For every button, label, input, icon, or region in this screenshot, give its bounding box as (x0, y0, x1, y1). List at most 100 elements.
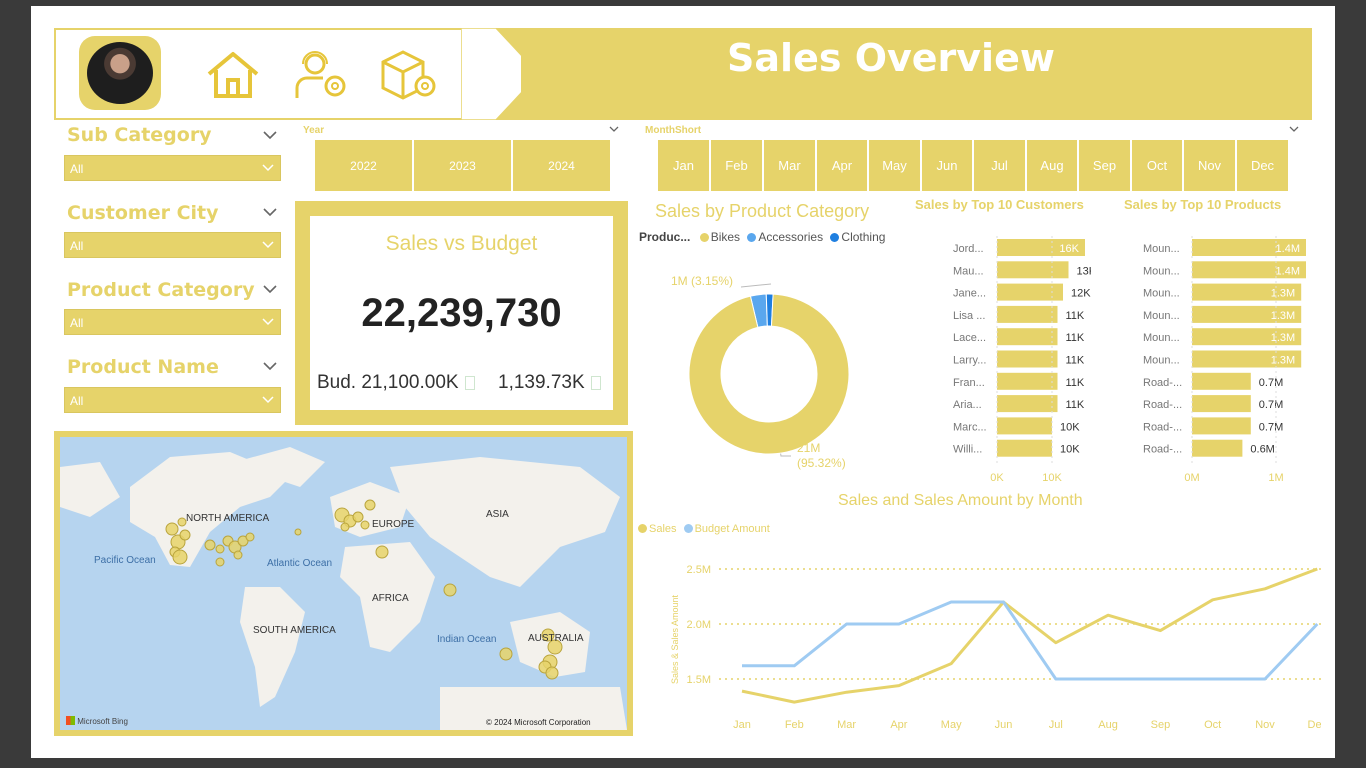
chevron-down-icon[interactable] (263, 284, 277, 294)
chevron-down-icon[interactable] (263, 361, 277, 371)
month-tile[interactable]: May (869, 140, 920, 191)
year-tile[interactable]: 2024 (513, 140, 610, 191)
bar[interactable] (997, 305, 1058, 323)
line-series-sales[interactable] (741, 567, 1318, 704)
bar-value-label: 11K (1066, 377, 1085, 389)
bar-value-label: 0.6M (1250, 444, 1274, 456)
legend-dot (747, 233, 757, 242)
legend-dot (830, 233, 840, 242)
map-label: EUROPE (372, 519, 415, 530)
bar-category-label: Moun... (1143, 243, 1180, 255)
bar-value-label: 1.3M (1271, 355, 1295, 367)
products-chart-title: Sales by Top 10 Products (1124, 197, 1282, 212)
chevron-down-icon[interactable] (263, 207, 277, 217)
month-tile[interactable]: Sep (1079, 140, 1130, 191)
slicer-title: Product Category (67, 279, 255, 301)
customers-bar-chart[interactable]: Jord... 16K Mau... 13K Jane... 12K Lisa ... 11K… (911, 228, 1091, 486)
month-tile[interactable]: Jan (658, 140, 709, 191)
customer-settings-icon[interactable] (293, 48, 353, 102)
bar-category-label: Road-... (1143, 377, 1182, 389)
month-tile[interactable]: Aug (1027, 140, 1077, 191)
month-tile[interactable]: Feb (711, 140, 762, 191)
month-tile[interactable]: Jun (922, 140, 972, 191)
bar[interactable] (1192, 372, 1251, 390)
bar[interactable] (997, 328, 1058, 346)
chevron-down-icon[interactable] (609, 126, 619, 133)
bar-category-label: Moun... (1143, 332, 1180, 344)
map-label: SOUTH AMERICA (253, 625, 336, 636)
x-axis-tick-label: Jul (1049, 719, 1063, 731)
month-tile[interactable]: Oct (1132, 140, 1182, 191)
customers-chart-title: Sales by Top 10 Customers (915, 197, 1084, 212)
bar-value-label: 1.4M (1276, 265, 1300, 277)
bar[interactable] (997, 261, 1069, 279)
month-tile[interactable]: Nov (1184, 140, 1235, 191)
bar[interactable] (1192, 417, 1251, 435)
slicer-value: All (70, 239, 84, 253)
legend-bikes[interactable]: Bikes (711, 230, 740, 244)
legend-clothing[interactable]: Clothing (841, 230, 885, 244)
map-label: AUSTRALIA (528, 633, 584, 644)
line-chart[interactable]: 2.5M 2.0M 1.5M Sales & Sales Amount Jan Feb Ma… (631, 544, 1321, 734)
kpi-diff: 1,139.73K (498, 372, 585, 393)
legend-budget[interactable]: Budget Amount (695, 523, 770, 535)
bar[interactable] (997, 417, 1052, 435)
legend-dot (638, 524, 647, 533)
slicer-dropdown[interactable]: All (64, 155, 281, 181)
bar-value-label: 11K (1066, 399, 1085, 411)
line-series-budget[interactable] (742, 600, 1319, 681)
bing-brand: Microsoft Bing (66, 716, 128, 726)
month-tile[interactable]: Jul (974, 140, 1025, 191)
x-axis-tick-label: Jan (733, 719, 751, 731)
bar-category-label: Fran... (953, 377, 985, 389)
year-tile[interactable]: 2023 (414, 140, 511, 191)
map-copyright: © 2024 Microsoft Corporation (486, 718, 591, 727)
month-slicer-label: MonthShort (645, 125, 702, 136)
ocean-label: Atlantic Ocean (267, 558, 333, 569)
avatar[interactable] (79, 36, 161, 110)
ocean-label: Indian Ocean (437, 634, 497, 645)
products-bar-chart[interactable]: Moun... 1.4M Moun... 1.4M Moun... 1.3M Moun...… (1106, 228, 1306, 486)
bar-value-label: 1.3M (1271, 310, 1295, 322)
chevron-down-icon[interactable] (1289, 126, 1299, 133)
legend-accessories[interactable]: Accessories (758, 230, 823, 244)
chevron-down-icon (262, 241, 274, 249)
x-axis-tick-label: May (941, 719, 962, 731)
year-slicer-label: Year (303, 125, 325, 136)
home-icon[interactable] (203, 48, 263, 102)
bar-value-label: 0.7M (1259, 399, 1283, 411)
report-canvas: Sales Overview Sub Category All Customer… (31, 6, 1335, 758)
axis-tick-label: 2.5M (687, 564, 711, 576)
bar[interactable] (997, 439, 1052, 457)
chevron-down-icon[interactable] (263, 130, 277, 140)
month-tile[interactable]: Dec (1237, 140, 1288, 191)
bar[interactable] (997, 395, 1058, 413)
slicer-dropdown[interactable]: All (64, 387, 281, 413)
bar[interactable] (997, 350, 1058, 368)
bar[interactable] (997, 283, 1063, 301)
slicer-dropdown[interactable]: All (64, 232, 281, 258)
bar-value-label: 10K (1060, 421, 1080, 433)
bar[interactable] (1192, 439, 1243, 457)
bar-category-label: Moun... (1143, 288, 1180, 300)
map-label: NORTH AMERICA (186, 513, 270, 524)
month-tile[interactable]: Mar (764, 140, 815, 191)
bar-category-label: Larry... (953, 355, 986, 367)
bar[interactable] (1192, 395, 1251, 413)
legend-sales[interactable]: Sales (649, 523, 677, 535)
product-settings-icon[interactable] (379, 48, 439, 102)
x-axis-tick-label: Feb (785, 719, 804, 731)
bar-value-label: 1.3M (1271, 288, 1295, 300)
slicer-title: Sub Category (67, 124, 212, 146)
kpi-budget: Bud. 21,100.00K (317, 372, 459, 393)
slicer-value: All (70, 162, 84, 176)
bar-category-label: Aria... (953, 399, 982, 411)
sales-map[interactable]: NORTH AMERICA EUROPE ASIA AFRICA SOUTH A… (60, 437, 627, 730)
bar-category-label: Moun... (1143, 355, 1180, 367)
month-tile[interactable]: Apr (817, 140, 867, 191)
bar-value-label: 10K (1060, 444, 1080, 456)
bar[interactable] (997, 372, 1058, 390)
slicer-dropdown[interactable]: All (64, 309, 281, 335)
year-tile[interactable]: 2022 (315, 140, 412, 191)
bar-value-label: 0.7M (1259, 377, 1283, 389)
